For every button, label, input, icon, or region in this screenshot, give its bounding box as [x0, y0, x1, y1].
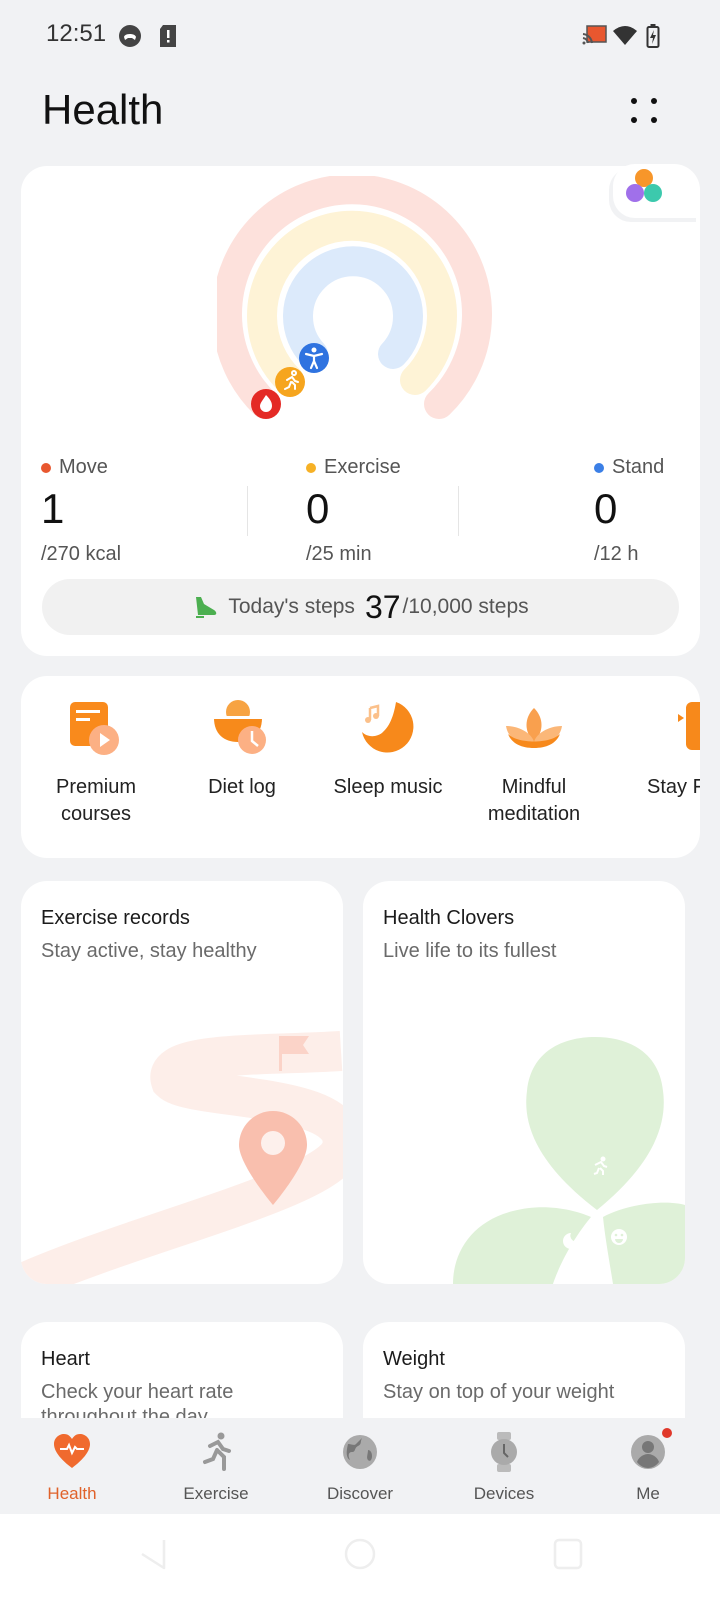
nav-devices[interactable]: Devices — [432, 1432, 576, 1504]
service-label: Diet log — [208, 776, 276, 798]
nav-label: Discover — [326, 1484, 394, 1503]
service-label: Sleep music — [333, 776, 443, 798]
page-title: Health — [42, 86, 164, 133]
steps-goal: /10,000 steps — [402, 595, 529, 618]
health-clovers-shortcut[interactable] — [613, 164, 700, 218]
recents-button[interactable] — [552, 1536, 584, 1572]
stay-fit-icon — [648, 698, 700, 762]
steps-value: 37 — [364, 588, 401, 625]
video-course-icon — [64, 698, 128, 762]
wifi-icon — [613, 26, 637, 45]
service-label: Stay Fi — [647, 776, 700, 798]
system-nav-bar — [0, 1514, 720, 1600]
exercise-label: Exercise — [324, 456, 401, 478]
exercise-dot — [306, 462, 316, 473]
move-label: Move — [59, 456, 108, 478]
move-value: 1 — [41, 485, 65, 532]
tile-title: Heart — [41, 1348, 90, 1370]
services-card: Premium courses Diet log Sleep music Min… — [21, 676, 700, 858]
stand-ring-badge — [299, 343, 329, 373]
runner-icon — [196, 1432, 236, 1472]
exercise-value: 0 — [306, 485, 330, 532]
tile-subtitle: Stay active, stay healthy — [41, 940, 257, 962]
status-bar: 12:51 — [0, 0, 720, 72]
move-ring-badge — [251, 389, 281, 419]
cast-icon — [582, 25, 607, 45]
service-sleep-music[interactable]: Sleep music — [313, 698, 463, 801]
lotus-icon — [502, 698, 566, 762]
activity-rings-card[interactable]: Move 1 /270 kcal Exercise 0 /25 min Stan… — [21, 166, 700, 656]
nav-discover[interactable]: Discover — [288, 1432, 432, 1504]
divider — [458, 486, 459, 536]
more-dot — [651, 117, 657, 123]
more-dots-icon — [631, 98, 637, 104]
stand-value: 0 — [594, 485, 618, 532]
clover-illustration — [453, 1037, 685, 1284]
tile-title: Exercise records — [41, 907, 190, 929]
battery-charging-icon — [646, 24, 660, 48]
nav-exercise[interactable]: Exercise — [144, 1432, 288, 1504]
globe-icon — [340, 1432, 380, 1472]
service-mindful-meditation[interactable]: Mindful meditation — [459, 698, 609, 828]
status-time: 12:51 — [46, 20, 107, 47]
more-dot — [651, 98, 657, 104]
service-premium-courses[interactable]: Premium courses — [21, 698, 171, 828]
tile-title: Health Clovers — [383, 907, 515, 929]
move-goal: /270 kcal — [41, 543, 122, 565]
nav-label: Me — [636, 1484, 660, 1503]
service-label: Mindful meditation — [487, 776, 581, 825]
stand-metric: Stand 0 /12 h — [594, 456, 664, 566]
bottom-nav: Health Exercise Discover Devices Me — [0, 1418, 720, 1514]
back-button[interactable] — [138, 1536, 168, 1572]
exercise-records-tile[interactable]: Exercise records Stay active, stay healt… — [21, 881, 343, 1284]
nav-label: Devices — [473, 1484, 535, 1503]
service-label: Premium courses — [55, 776, 136, 825]
sd-card-alert-icon — [160, 25, 176, 47]
stand-dot — [594, 462, 604, 473]
exercise-metric: Exercise 0 /25 min — [306, 456, 401, 566]
route-map-illustration — [21, 1031, 343, 1284]
tile-subtitle: Stay on top of your weight — [383, 1381, 615, 1403]
divider — [247, 486, 248, 536]
notification-badge — [662, 1428, 672, 1438]
health-clovers-tile[interactable]: Health Clovers Live life to its fullest — [363, 881, 685, 1284]
steps-summary[interactable]: Today's steps 37 /10,000 steps — [42, 579, 679, 635]
move-metric: Move 1 /270 kcal — [41, 456, 121, 566]
tile-title: Weight — [383, 1348, 445, 1370]
tile-subtitle: Live life to its fullest — [383, 940, 557, 962]
nav-label: Exercise — [183, 1484, 249, 1503]
stand-label: Stand — [612, 456, 665, 478]
nav-label: Health — [47, 1484, 97, 1503]
activity-rings[interactable] — [217, 176, 497, 426]
smartwatch-icon — [484, 1432, 524, 1472]
heart-pulse-icon — [52, 1432, 92, 1472]
service-stay-fit[interactable]: Stay Fi — [605, 698, 700, 801]
service-diet-log[interactable]: Diet log — [167, 698, 317, 801]
stand-ring-track — [283, 246, 423, 369]
nav-health[interactable]: Health — [0, 1432, 144, 1504]
game-controller-icon — [119, 25, 141, 47]
clover-dots-icon — [626, 169, 662, 202]
exercise-ring-badge — [275, 367, 305, 397]
more-options-button[interactable] — [628, 94, 662, 128]
exercise-goal: /25 min — [306, 543, 372, 565]
smiley-icon — [611, 1229, 627, 1245]
sleep-moon-music-icon — [356, 698, 420, 762]
more-dot — [631, 117, 637, 123]
diet-bowl-icon — [210, 698, 274, 762]
avatar-icon — [628, 1428, 672, 1472]
stand-goal: /12 h — [594, 543, 639, 565]
home-button[interactable] — [342, 1536, 378, 1572]
shoe-icon — [196, 597, 217, 618]
nav-me[interactable]: Me — [576, 1428, 720, 1504]
steps-label: Today's steps — [228, 595, 355, 618]
move-dot — [41, 462, 51, 473]
